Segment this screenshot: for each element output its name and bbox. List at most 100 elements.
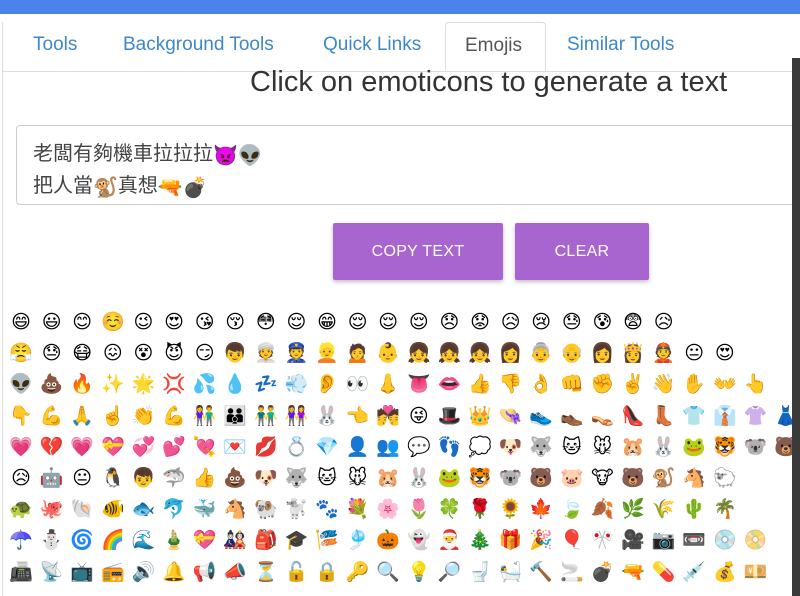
emoji-button[interactable]: 🎅	[436, 528, 462, 554]
emoji-button[interactable]: 😳	[253, 310, 279, 336]
emoji-button[interactable]: 💧	[222, 372, 248, 398]
emoji-button[interactable]: 👮	[283, 341, 309, 367]
emoji-button[interactable]: 👒	[498, 404, 524, 430]
emoji-button[interactable]: 😌	[375, 310, 401, 336]
emoji-button[interactable]: 👍	[192, 466, 218, 492]
emoji-button[interactable]: 📣	[222, 560, 248, 586]
emoji-button[interactable]: 🐰	[314, 404, 340, 430]
emoji-button[interactable]: 📷	[651, 528, 677, 554]
emoji-button[interactable]: 👇	[8, 404, 34, 430]
emoji-button[interactable]: 🚽	[467, 560, 493, 586]
emoji-button[interactable]: 👐	[712, 372, 738, 398]
emoji-button[interactable]: 🐷	[559, 466, 585, 492]
emoji-button[interactable]: 💎	[314, 435, 340, 461]
emoji-button[interactable]: 🌀	[69, 528, 95, 554]
emoji-button[interactable]: 😨	[620, 310, 646, 336]
emoji-button[interactable]: 🐱	[559, 435, 585, 461]
emoji-button[interactable]: 🔎	[436, 560, 462, 586]
emoji-button[interactable]: 🌿	[620, 497, 646, 523]
emoji-button[interactable]: 🤖	[39, 466, 65, 492]
emoji-button[interactable]: 🔍	[375, 560, 401, 586]
emoji-button[interactable]: 📢	[192, 560, 218, 586]
emoji-button[interactable]: 😜	[406, 404, 432, 430]
emoji-button[interactable]: 💐	[345, 497, 371, 523]
emoji-button[interactable]: 🎩	[436, 404, 462, 430]
emoji-button[interactable]: 💿	[712, 528, 738, 554]
emoji-button[interactable]: ⛄	[39, 528, 65, 554]
emoji-button[interactable]: 🍁	[528, 497, 554, 523]
emoji-button[interactable]: 🎉	[528, 528, 554, 554]
tab-tools[interactable]: Tools	[33, 34, 77, 56]
emoji-button[interactable]: ⏳	[253, 560, 279, 586]
emoji-button[interactable]: 👢	[651, 404, 677, 430]
emoji-button[interactable]: 👤	[345, 435, 371, 461]
emoji-button[interactable]: 🐸	[681, 435, 707, 461]
emoji-button[interactable]: 🐻	[620, 466, 646, 492]
emoji-button[interactable]: 👭	[283, 404, 309, 430]
emoji-button[interactable]: 💉	[681, 560, 707, 586]
emoji-button[interactable]: 😓	[559, 310, 585, 336]
emoji-button[interactable]: 😉	[130, 310, 156, 336]
clear-button[interactable]: CLEAR	[515, 223, 649, 280]
tab-similar-tools[interactable]: Similar Tools	[567, 34, 674, 56]
emoji-button[interactable]: ☺️	[100, 310, 126, 336]
emoji-button[interactable]: 🌸	[375, 497, 401, 523]
emoji-button[interactable]: 😞	[436, 310, 462, 336]
emoji-button[interactable]: 👄	[436, 372, 462, 398]
emoji-button[interactable]: 🎄	[467, 528, 493, 554]
emoji-button[interactable]: 👌	[528, 372, 554, 398]
emoji-button[interactable]: 💞	[130, 435, 156, 461]
emoji-button[interactable]: 🎌	[589, 528, 615, 554]
emoji-button[interactable]: 👸	[620, 341, 646, 367]
emoji-button[interactable]: 🎓	[283, 528, 309, 554]
emoji-button[interactable]: 😖	[100, 341, 126, 367]
emoji-button[interactable]: 😥	[651, 310, 677, 336]
emoji-button[interactable]: 👊	[559, 372, 585, 398]
emoji-button[interactable]: 🐭	[589, 435, 615, 461]
emoji-button[interactable]: 😌	[406, 310, 432, 336]
emoji-button[interactable]: 🛀	[498, 560, 524, 586]
emoji-button[interactable]: 🐏	[253, 497, 279, 523]
emoji-button[interactable]: 👪	[222, 404, 248, 430]
emoji-button[interactable]: 😚	[222, 310, 248, 336]
emoji-button[interactable]: 🐯	[712, 435, 738, 461]
emoji-button[interactable]: 🐱	[314, 466, 340, 492]
emoji-button[interactable]: 💕	[161, 435, 187, 461]
emoji-button[interactable]: 👧	[406, 341, 432, 367]
emoji-button[interactable]: 😓	[39, 341, 65, 367]
emoji-button[interactable]: 💝	[192, 528, 218, 554]
emoji-button[interactable]: 😤	[8, 341, 34, 367]
emoji-button[interactable]: 💦	[192, 372, 218, 398]
emoji-button[interactable]: 👎	[498, 372, 524, 398]
emoji-button[interactable]: 👥	[375, 435, 401, 461]
emoji-button[interactable]: 💌	[222, 435, 248, 461]
emoji-button[interactable]: 👩	[589, 341, 615, 367]
emoji-button[interactable]: 💪	[39, 404, 65, 430]
emoji-button[interactable]: 🔨	[528, 560, 554, 586]
emoji-button[interactable]: 🍃	[559, 497, 585, 523]
emoji-button[interactable]: 🐻	[528, 466, 554, 492]
emoji-button[interactable]: 👕	[681, 404, 707, 430]
emoji-button[interactable]: 👻	[406, 528, 432, 554]
emoji-button[interactable]: 💣	[589, 560, 615, 586]
emoji-button[interactable]: 👠	[620, 404, 646, 430]
emoji-button[interactable]: 🐾	[314, 497, 340, 523]
emoji-button[interactable]: 👲	[651, 341, 677, 367]
emoji-button[interactable]: 💘	[192, 435, 218, 461]
emoji-button[interactable]: 🐰	[406, 466, 432, 492]
emoji-button[interactable]: 🐩	[283, 497, 309, 523]
emoji-button[interactable]: 😐	[69, 466, 95, 492]
emoji-button[interactable]: 🔓	[283, 560, 309, 586]
emoji-button[interactable]: 😍	[712, 341, 738, 367]
emoji-button[interactable]: 🐰	[651, 435, 677, 461]
emoji-button[interactable]: 💴	[742, 560, 768, 586]
emoji-button[interactable]: 💰	[712, 560, 738, 586]
emoji-button[interactable]: 👞	[559, 404, 585, 430]
emoji-button[interactable]: 🌾	[651, 497, 677, 523]
emoji-button[interactable]: 🎐	[345, 528, 371, 554]
emoji-button[interactable]: 💝	[100, 435, 126, 461]
emoji-button[interactable]: 👡	[589, 404, 615, 430]
emoji-button[interactable]: 🌊	[130, 528, 156, 554]
emoji-button[interactable]: 🎈	[559, 528, 585, 554]
emoji-button[interactable]: 😷	[69, 341, 95, 367]
